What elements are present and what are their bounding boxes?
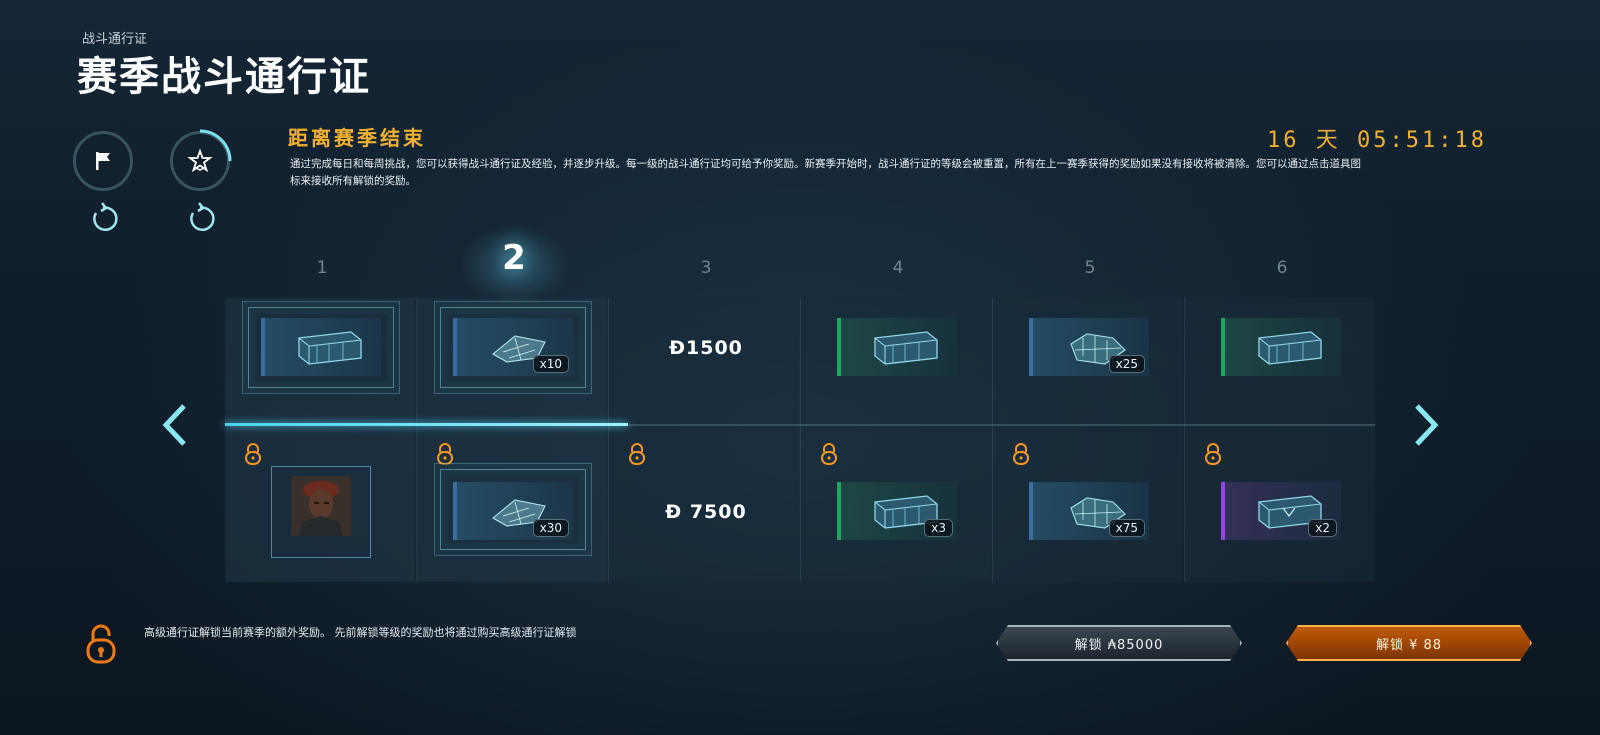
reward-quantity: x25 (1108, 355, 1145, 373)
reward-quantity: x3 (924, 519, 953, 537)
lock-icon (819, 442, 839, 466)
unlock-cash-label: 解锁 ¥ 88 (1375, 637, 1443, 653)
premium-reward-blueprint[interactable]: x30 (453, 482, 573, 540)
free-reward-crate[interactable] (837, 318, 957, 376)
premium-reward-crate[interactable]: x3 (837, 482, 957, 540)
level-number: 6 (1276, 258, 1288, 278)
page-title: 赛季战斗通行证 (77, 54, 371, 100)
level-progress-bar (225, 423, 628, 426)
chevron-right-icon (1415, 404, 1439, 446)
level-number: 4 (892, 258, 904, 278)
lock-icon (243, 442, 263, 466)
lock-icon (1011, 442, 1031, 466)
unlock-currency-label: 解锁 ₳85000 (1074, 637, 1164, 653)
refresh-icon[interactable] (182, 201, 218, 237)
reward-quantity: x30 (532, 519, 569, 537)
premium-reward-commander-portrait[interactable] (291, 476, 351, 536)
premium-reward-ship-parts[interactable]: x75 (1029, 482, 1149, 540)
premium-reward-coins[interactable]: Đ 7500 (611, 501, 801, 523)
refresh-icon[interactable] (85, 201, 121, 237)
free-reward-ship-parts[interactable]: x25 (1029, 318, 1149, 376)
lock-icon (627, 442, 647, 466)
crate-icon (874, 331, 938, 365)
crate-icon (298, 331, 362, 365)
free-reward-crate[interactable] (1221, 318, 1341, 376)
next-arrow-button[interactable] (1405, 400, 1445, 450)
level-number: 1 (316, 258, 328, 278)
crate-icon (1258, 331, 1322, 365)
premium-reward-crate[interactable]: x2 (1221, 482, 1341, 540)
season-end-heading: 距离赛季结束 (288, 126, 426, 150)
reward-quantity: x10 (532, 355, 569, 373)
unlock-with-cash-button[interactable]: 解锁 ¥ 88 (1286, 625, 1532, 661)
level-number: 3 (700, 258, 712, 278)
free-reward-coins[interactable]: Đ1500 (611, 337, 801, 359)
season-description: 通过完成每日和每周挑战，您可以获得战斗通行证及经验，并逐步升级。每一级的战斗通行… (290, 158, 1361, 187)
flag-button[interactable] (73, 131, 133, 191)
previous-arrow-button[interactable] (156, 400, 196, 450)
lock-icon (1203, 442, 1223, 466)
level-number: 5 (1084, 258, 1096, 278)
commander-portrait-icon (291, 476, 351, 536)
level-number-current: 2 (502, 238, 526, 278)
reward-quantity: x2 (1308, 519, 1337, 537)
premium-lock-icon (83, 622, 119, 666)
free-reward-crate[interactable] (261, 318, 381, 376)
free-reward-blueprint[interactable]: x10 (453, 318, 573, 376)
premium-pass-note: 高级通行证解锁当前赛季的额外奖励。 先前解锁等级的奖励也将通过购买高级通行证解锁 (144, 626, 577, 639)
flag-icon (96, 152, 110, 170)
unlock-with-currency-button[interactable]: 解锁 ₳85000 (996, 625, 1242, 661)
reward-quantity: x75 (1108, 519, 1145, 537)
chevron-left-icon (162, 404, 186, 446)
season-countdown: 16 天 05:51:18 (1267, 128, 1487, 153)
rank-progress-ring (199, 129, 232, 162)
